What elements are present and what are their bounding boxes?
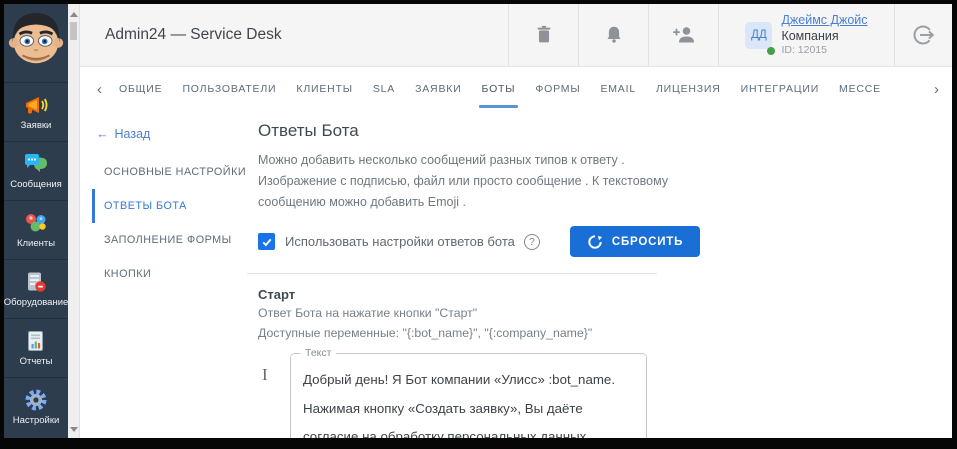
header: Admin24 — Service Desk ДД Джеймс Джойс К… (80, 4, 952, 67)
tab-users[interactable]: ПОЛЬЗОВАТЕЛИ (172, 67, 286, 111)
sidebar-item-clients[interactable]: Клиенты (4, 200, 68, 259)
help-icon[interactable]: ? (523, 233, 540, 250)
bot-answers-panel: Ответы Бота Можно добавить несколько соо… (247, 111, 952, 438)
subnav-item-main-settings[interactable]: ОСНОВНЫЕ НАСТРОЙКИ (92, 155, 258, 189)
logout-button[interactable] (894, 4, 952, 66)
tab-license[interactable]: ЛИЦЕНЗИЯ (646, 67, 731, 111)
sidebar-item-label: Клиенты (16, 238, 56, 249)
start-section-subtitle: Ответ Бота на нажатие кнопки "Старт" (258, 306, 478, 320)
user-name-link[interactable]: Джеймс Джойс (781, 12, 867, 28)
app-window: Заявки Сообщения Клиенты Оборудование От… (4, 4, 952, 438)
tab-clients[interactable]: КЛИЕНТЫ (286, 67, 362, 111)
scrollbar-thumb[interactable] (70, 22, 77, 40)
page-title: Ответы Бота (258, 121, 359, 140)
bot-settings-subnav: ← Назад ОСНОВНЫЕ НАСТРОЙКИ ОТВЕТЫ БОТА З… (80, 111, 258, 438)
notifications-button[interactable] (578, 4, 648, 66)
use-bot-answers-checkbox[interactable] (258, 233, 275, 250)
tab-sla[interactable]: SLA (363, 67, 405, 111)
sidebar-item-equipment[interactable]: Оборудование (4, 259, 68, 318)
user-company: Компания (781, 29, 839, 44)
start-text-field-row: I Текст Добрый день! Я Бот компании «Ули… (258, 346, 932, 438)
use-bot-answers-row: Использовать настройки ответов бота ? СБ… (258, 226, 932, 257)
sidebar: Заявки Сообщения Клиенты Оборудование От… (4, 4, 68, 438)
checkbox-label: Использовать настройки ответов бота (285, 234, 515, 249)
add-user-button[interactable] (648, 4, 718, 66)
avatar-image (8, 12, 64, 64)
user-info: Джеймс Джойс Компания ID: 12015 (781, 12, 867, 58)
back-link[interactable]: ← Назад (96, 127, 150, 141)
page-description: Можно добавить несколько сообщений разны… (258, 153, 669, 209)
text-field-label: Текст (300, 346, 337, 359)
sidebar-item-label: Заявки (20, 120, 52, 131)
gear-icon (25, 389, 47, 411)
section-divider (247, 273, 657, 274)
sidebar-item-requests[interactable]: Заявки (4, 82, 68, 141)
back-label: Назад (114, 127, 151, 141)
sidebar-item-label: Оборудование (4, 297, 69, 308)
text-cursor-icon: I (262, 364, 268, 384)
app-title: Admin24 — Service Desk (105, 26, 282, 43)
main-column: Admin24 — Service Desk ДД Джеймс Джойс К… (80, 4, 952, 438)
tabs-scroll-right-icon[interactable]: › (927, 81, 946, 98)
clients-icon (26, 214, 46, 232)
bell-icon (606, 26, 621, 43)
scrollbar[interactable] (68, 4, 80, 438)
tab-email[interactable]: EMAIL (590, 67, 646, 111)
reset-button[interactable]: СБРОСИТЬ (569, 226, 701, 257)
back-arrow-icon: ← (96, 127, 109, 141)
subnav-item-bot-answers[interactable]: ОТВЕТЫ БОТА (92, 189, 258, 223)
trash-icon (537, 25, 550, 43)
sidebar-item-reports[interactable]: Отчеты (4, 318, 68, 377)
reports-icon (28, 331, 43, 351)
tab-forms[interactable]: ФОРМЫ (525, 67, 590, 111)
subnav-items: ОСНОВНЫЕ НАСТРОЙКИ ОТВЕТЫ БОТА ЗАПОЛНЕНИ… (92, 155, 258, 291)
tabs-scroll-left-icon[interactable]: ‹ (90, 81, 109, 98)
user-initials: ДД (745, 21, 773, 49)
tab-integrations[interactable]: ИНТЕГРАЦИИ (731, 67, 829, 111)
chat-icon (25, 154, 47, 172)
user-id: ID: 12015 (781, 44, 827, 57)
tab-bots[interactable]: БОТЫ (472, 67, 526, 111)
person-add-icon (672, 27, 694, 43)
user-menu[interactable]: ДД Джеймс Джойс Компания ID: 12015 (718, 4, 894, 66)
start-answer-textarea[interactable]: Добрый день! Я Бот компании «Улисс» :bot… (290, 352, 647, 438)
avatar[interactable] (4, 4, 68, 82)
sidebar-item-messages[interactable]: Сообщения (4, 141, 68, 200)
equipment-icon (28, 272, 46, 292)
tab-messengers[interactable]: МЕССЕ (829, 67, 891, 111)
settings-tab-bar: ‹ ОБЩИЕ ПОЛЬЗОВАТЕЛИ КЛИЕНТЫ SLA ЗАЯВКИ … (80, 67, 952, 111)
check-icon (262, 238, 271, 246)
sidebar-item-label: Отчеты (19, 356, 53, 367)
reset-icon (588, 234, 602, 249)
tab-general[interactable]: ОБЩИЕ (109, 67, 172, 111)
sidebar-item-settings[interactable]: Настройки (4, 377, 68, 436)
tab-scroll-area: ОБЩИЕ ПОЛЬЗОВАТЕЛИ КЛИЕНТЫ SLA ЗАЯВКИ БО… (109, 67, 927, 111)
user-avatar-badge: ДД (745, 21, 776, 55)
subnav-item-form-filling[interactable]: ЗАПОЛНЕНИЕ ФОРМЫ (92, 223, 258, 257)
reset-label: СБРОСИТЬ (611, 235, 684, 248)
logout-icon (913, 25, 934, 45)
megaphone-icon (26, 97, 48, 114)
online-status-dot (767, 46, 776, 55)
tab-requests[interactable]: ЗАЯВКИ (405, 67, 471, 111)
start-section-title: Старт (258, 287, 296, 302)
start-section-variables: Доступные переменные: "{:bot_name}", "{:… (258, 325, 593, 340)
sidebar-item-label: Сообщения (10, 179, 62, 190)
sidebar-item-label: Настройки (12, 415, 60, 426)
scroll-down-icon[interactable] (70, 427, 78, 432)
scroll-up-icon[interactable] (70, 12, 78, 17)
trash-button[interactable] (508, 4, 578, 66)
content-area: ← Назад ОСНОВНЫЕ НАСТРОЙКИ ОТВЕТЫ БОТА З… (80, 111, 952, 438)
text-field-wrap: Текст Добрый день! Я Бот компании «Улисс… (290, 346, 647, 438)
start-answer-section: Старт Ответ Бота на нажатие кнопки "Стар… (258, 287, 932, 438)
subnav-item-buttons[interactable]: КНОПКИ (92, 257, 258, 291)
